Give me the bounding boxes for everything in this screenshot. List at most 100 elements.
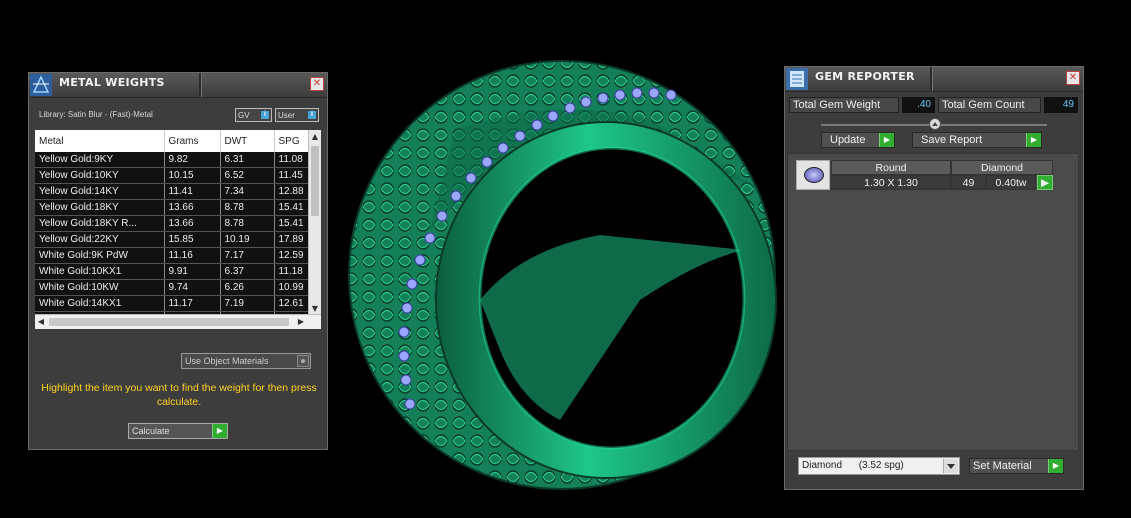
table-row[interactable]: White Gold:10KX1 9.91 6.37 11.18 [35,263,316,280]
gv-button[interactable]: GV i [235,108,272,122]
chevron-right-icon[interactable]: ▶ [295,315,307,329]
chevron-up-icon[interactable]: ▲ [309,131,321,143]
column-header[interactable]: DWT [220,130,275,152]
table-cell: 7.34 [220,183,275,200]
play-icon: ▶ [879,133,894,147]
gem-reporter-title: GEM REPORTER [815,70,915,83]
play-icon[interactable]: ▶ [1037,175,1053,190]
round-gem-icon[interactable] [796,160,830,190]
material-header: Diamond [951,160,1053,175]
table-cell: White Gold:14KX1 [35,295,165,312]
table-header: Metal Grams DWT SPG [35,130,316,152]
chevron-down-icon[interactable] [943,459,958,473]
table-cell: Yellow Gold:9KY [35,152,165,168]
table-cell: 6.31 [220,152,275,168]
use-object-materials-toggle[interactable]: Use Object Materials [181,353,311,369]
table-row[interactable]: Yellow Gold:9KY 9.82 6.31 11.08 [35,152,316,168]
gem-reporter-titlebar[interactable]: GEM REPORTER ✕ [785,67,1083,92]
table-cell: 6.26 [220,279,275,296]
instruction-text: Highlight the item you want to find the … [41,382,317,408]
table-cell: Yellow Gold:10KY [35,167,165,184]
gem-count: 49 [951,175,986,190]
set-material-label: Set Material [973,460,1032,472]
table-cell: Yellow Gold:14KY [35,183,165,200]
table-cell: 9.91 [164,263,221,280]
metal-table[interactable]: Metal Grams DWT SPG Yellow Gold:9KY 9.82 6… [35,130,321,329]
update-label: Update [830,134,866,146]
total-gem-weight-label: Total Gem Weight [789,97,899,113]
table-cell: White Gold:10KX1 [35,263,165,280]
table-row[interactable]: White Gold:10KW 9.74 6.26 10.99 [35,279,316,296]
toggle-icon [297,355,309,367]
close-icon[interactable]: ✕ [310,77,324,91]
update-button[interactable]: Update ▶ [821,132,895,148]
titlebar-divider [199,73,202,97]
table-cell: Yellow Gold:22KY [35,231,165,248]
gem-report-list: Round Diamond 1.30 X 1.30 49 0.40tw ▶ [787,153,1079,451]
column-header[interactable]: Grams [164,130,221,152]
material-select[interactable]: Diamond (3.52 spg) [798,457,960,475]
table-cell: 9.82 [164,152,221,168]
table-cell: 7.17 [220,247,275,264]
table-cell: 6.37 [220,263,275,280]
set-material-button[interactable]: Set Material ▶ [969,458,1064,474]
scroll-thumb[interactable] [49,318,289,326]
user-button[interactable]: User i [275,108,319,122]
total-gem-weight-value: .40 [902,97,935,113]
slider-handle[interactable] [929,118,941,130]
table-cell: 11.16 [164,247,221,264]
calculate-label: Calculate [132,426,170,436]
scales-icon [30,74,52,96]
table-cell: 11.41 [164,183,221,200]
save-report-button[interactable]: Save Report ▶ [912,132,1042,148]
shape-header: Round [831,160,951,175]
report-icon [786,68,808,90]
column-header[interactable]: Metal [35,130,165,152]
total-gem-count-label: Total Gem Count [938,97,1041,113]
play-icon: ▶ [1026,133,1041,147]
table-row[interactable]: Yellow Gold:22KY 15.85 10.19 17.89 [35,231,316,248]
info-icon: i [261,111,269,119]
table-cell: 13.66 [164,199,221,216]
table-cell: White Gold:10KW [35,279,165,296]
save-report-label: Save Report [921,134,983,146]
user-label: User [278,111,295,120]
table-cell: 7.19 [220,295,275,312]
table-cell: 6.52 [220,167,275,184]
table-cell: Yellow Gold:18KY [35,199,165,216]
table-row[interactable]: Yellow Gold:18KY 13.66 8.78 15.41 [35,199,316,216]
table-cell: 15.85 [164,231,221,248]
table-row[interactable]: White Gold:9K PdW 11.16 7.17 12.59 [35,247,316,264]
material-select-value: Diamond (3.52 spg) [802,460,904,471]
metal-weights-title: METAL WEIGHTS [59,76,165,89]
play-icon: ▶ [212,424,227,438]
table-row[interactable]: White Gold:14KX1 11.17 7.19 12.61 [35,295,316,312]
gem-weight: 0.40tw [986,175,1036,190]
scroll-thumb[interactable] [311,146,319,216]
total-gem-count-value: 49 [1044,97,1078,113]
table-row[interactable]: Yellow Gold:18KY R... 13.66 8.78 15.41 [35,215,316,232]
table-cell: 10.15 [164,167,221,184]
use-object-materials-label: Use Object Materials [185,356,269,366]
info-icon: i [308,111,316,119]
table-cell: 9.74 [164,279,221,296]
chevron-left-icon[interactable]: ◀ [35,315,47,329]
gv-label: GV [238,111,250,120]
horizontal-scrollbar[interactable]: ◀ ▶ [35,314,321,329]
library-label: Library: Satin Blur - (Fast)-Metal [39,110,153,119]
close-icon[interactable]: ✕ [1066,71,1080,85]
gem-size: 1.30 X 1.30 [831,175,951,190]
ring-body [348,60,777,490]
titlebar-divider [930,67,933,91]
table-row[interactable]: Yellow Gold:14KY 11.41 7.34 12.88 [35,183,316,200]
calculate-button[interactable]: Calculate ▶ [128,423,228,439]
vertical-scrollbar[interactable]: ▲ ▼ [308,130,321,315]
gem-reporter-panel: GEM REPORTER ✕ Total Gem Weight .40 Tota… [784,66,1084,490]
table-cell: 11.17 [164,295,221,312]
table-cell: 10.19 [220,231,275,248]
table-cell: 13.66 [164,215,221,232]
table-cell: White Gold:9K PdW [35,247,165,264]
table-row[interactable]: Yellow Gold:10KY 10.15 6.52 11.45 [35,167,316,184]
table-cell: 8.78 [220,199,275,216]
metal-weights-titlebar[interactable]: METAL WEIGHTS ✕ [29,73,327,98]
